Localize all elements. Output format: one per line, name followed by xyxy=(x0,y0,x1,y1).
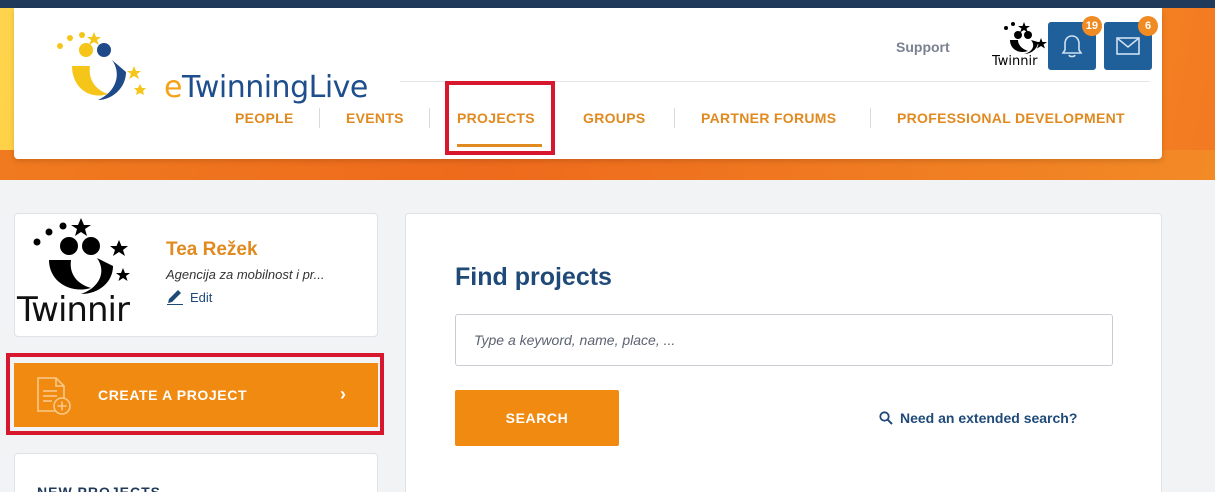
nav-item-groups[interactable]: GROUPS xyxy=(583,110,645,126)
etwinning-logo-icon xyxy=(57,32,146,100)
logo-name: TwinningLive xyxy=(181,70,368,105)
nav-separator xyxy=(674,108,675,128)
envelope-icon xyxy=(1116,37,1140,55)
new-projects-title: NEW PROJECTS xyxy=(37,484,162,492)
nav-separator xyxy=(319,108,320,128)
nav-item-partner-forums[interactable]: PARTNER FORUMS xyxy=(701,110,836,126)
find-projects-card: Find projects SEARCH Need an extended se… xyxy=(405,213,1162,492)
mini-logo-icon xyxy=(1004,22,1047,54)
new-projects-card: NEW PROJECTS xyxy=(14,453,378,492)
pencil-icon xyxy=(167,290,183,305)
avatar[interactable]: Twinnir xyxy=(17,216,147,334)
support-link[interactable]: Support xyxy=(896,39,950,55)
nav-separator xyxy=(870,108,871,128)
create-highlight-box xyxy=(6,353,384,435)
profile-card: Twinnir Tea Režek Agencija za mobilnost … xyxy=(14,213,378,337)
find-projects-title: Find projects xyxy=(455,263,612,291)
header-card: eTwinningLive Support Twinnir 19 6 PEOPL… xyxy=(14,8,1162,159)
search-icon xyxy=(879,411,893,425)
messages-badge: 6 xyxy=(1138,16,1158,36)
notifications-badge: 19 xyxy=(1081,16,1102,36)
mini-etwinning-logo[interactable]: Twinnir xyxy=(990,20,1052,78)
search-input[interactable] xyxy=(455,314,1113,366)
avatar-logo-icon xyxy=(33,218,130,294)
extended-search-link[interactable]: Need an extended search? xyxy=(879,410,1077,426)
profile-name[interactable]: Tea Režek xyxy=(166,239,258,261)
search-button[interactable]: SEARCH xyxy=(455,390,619,446)
messages-button[interactable]: 6 xyxy=(1104,16,1158,70)
notifications-button[interactable]: 19 xyxy=(1048,16,1102,70)
etwinning-logo[interactable]: eTwinningLive xyxy=(42,26,392,106)
avatar-text: Twinnir xyxy=(17,290,130,330)
edit-label: Edit xyxy=(190,289,213,305)
bell-icon xyxy=(1061,35,1083,58)
logo-wordmark: eTwinningLive xyxy=(164,70,368,105)
nav-item-professional-development[interactable]: PROFESSIONAL DEVELOPMENT xyxy=(897,110,1125,126)
mini-logo-text: Twinnir xyxy=(992,54,1038,69)
profile-organization: Agencija za mobilnost i pr... xyxy=(166,267,325,282)
nav-item-people[interactable]: PEOPLE xyxy=(235,110,294,126)
main-nav: PEOPLE EVENTS PROJECTS GROUPS PARTNER FO… xyxy=(14,104,1162,147)
extended-search-label: Need an extended search? xyxy=(900,410,1078,426)
profile-edit-link[interactable]: Edit xyxy=(166,289,212,305)
logo-prefix: e xyxy=(164,70,182,105)
top-bar xyxy=(0,0,1215,8)
projects-highlight-box xyxy=(445,81,555,155)
nav-item-events[interactable]: EVENTS xyxy=(346,110,404,126)
nav-separator xyxy=(429,108,430,128)
